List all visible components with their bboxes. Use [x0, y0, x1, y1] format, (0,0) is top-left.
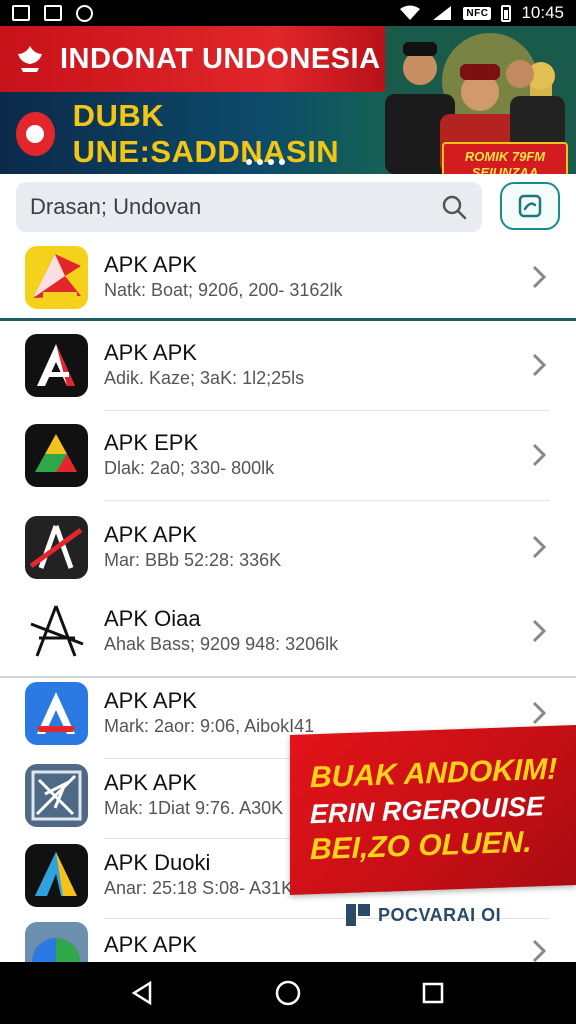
chevron-right-icon: [532, 619, 547, 643]
garuda-logo-icon: [0, 42, 60, 76]
banner-pager-dots[interactable]: [246, 159, 285, 165]
chevron-right-icon: [532, 443, 547, 467]
banner-subtitle-row: DUBK UNE:SADDNASIN: [0, 98, 395, 169]
app-name: APK EPK: [104, 430, 199, 455]
chevron-right-icon: [532, 939, 547, 963]
section-divider: [0, 318, 576, 321]
nfc-badge: NFC: [463, 6, 492, 20]
triangle-drive-app-icon: [25, 424, 88, 487]
app-meta: Mak: 1Diat 9:76. A30K: [104, 798, 284, 818]
list-item[interactable]: APK APK Adik. Kaze; 3aK: 1l2;25ls: [0, 326, 576, 406]
navigation-bar: [0, 962, 576, 1024]
gallery-notification-icon: [12, 5, 30, 21]
home-circle-icon: [275, 980, 301, 1006]
image-notification-icon: [44, 5, 62, 21]
list-item[interactable]: APK Oiaa Ahak Bass; 9209 948: 3206lk: [0, 592, 576, 672]
clock: 10:45: [521, 3, 564, 22]
battery-icon: [501, 4, 512, 22]
red-a-app-icon: [25, 334, 88, 397]
search-icon[interactable]: [440, 193, 468, 221]
app-name: APK APK: [104, 688, 197, 713]
app-meta: Natk: Boat; 920б, 200- 3162lk: [104, 280, 343, 300]
app-meta: Mark: 2aor: 9:06, AibokI41: [104, 716, 315, 736]
app-name: APK Duoki: [104, 850, 211, 875]
status-bar: NFC 10:45: [0, 0, 576, 26]
signal-icon: [433, 6, 452, 20]
search-bar[interactable]: [16, 182, 482, 232]
banner-badge: ROMIK 79FM SEIUNZAA: [442, 142, 568, 174]
home-button[interactable]: [273, 978, 303, 1008]
scan-icon: [518, 194, 542, 218]
app-name: APK APK: [104, 522, 197, 547]
recents-square-icon: [423, 982, 444, 1004]
ad-overlay[interactable]: BUAK ANDOKIM! ERIN RGEROUISE BEI,ZO OLUE…: [290, 725, 576, 895]
list-item[interactable]: APK APK Mar: BBb 52:28: 336K: [0, 508, 576, 588]
blue-a-app-icon: [25, 682, 88, 745]
back-button[interactable]: [128, 978, 158, 1008]
app-name: APK APK: [104, 770, 197, 795]
search-input[interactable]: [30, 194, 440, 220]
app-name: APK APK: [104, 932, 197, 957]
app-meta: Ahak Bass; 9209 948: 3206lk: [104, 634, 339, 654]
back-triangle-icon: [131, 980, 151, 1006]
app-name: APK APK: [104, 252, 197, 277]
section-divider: [0, 676, 576, 678]
red-slash-a-app-icon: [25, 516, 88, 579]
sketch-a-app-icon: [25, 600, 88, 663]
promo-banner[interactable]: INDONAT UNDONESIA DUBK UNE:SADDNASIN ROM…: [0, 26, 576, 174]
banner-subtitle: DUBK UNE:SADDNASIN: [72, 98, 340, 169]
list-item[interactable]: APK APK Natk: Boat; 920б, 200- 3162lk: [0, 238, 576, 318]
app-meta: Dlak: 2a0; 330- 800lk: [104, 458, 275, 478]
yellow-blue-a-app-icon: [25, 844, 88, 907]
row-divider: [104, 410, 550, 411]
scan-button[interactable]: [500, 182, 560, 230]
app-name: APK Oiaa: [104, 606, 201, 631]
target-logo-icon: [16, 112, 55, 156]
sync-notification-icon: [76, 4, 93, 22]
row-divider: [104, 500, 550, 501]
chevron-right-icon: [532, 265, 547, 289]
scribble-app-icon: [25, 764, 88, 827]
chevron-right-icon: [532, 353, 547, 377]
red-flag-app-icon: [25, 246, 88, 309]
recents-button[interactable]: [418, 978, 448, 1008]
app-meta: Anar: 25:18 S:08- A31K: [104, 878, 294, 898]
chevron-right-icon: [532, 701, 547, 725]
chevron-right-icon: [532, 535, 547, 559]
app-name: APK APK: [104, 340, 197, 365]
wifi-icon: [400, 5, 421, 20]
banner-title: INDONAT UNDONESIA: [60, 42, 381, 75]
app-meta: Adik. Kaze; 3aK: 1l2;25ls: [104, 368, 305, 388]
app-meta: Mar: BBb 52:28: 336K: [104, 550, 282, 570]
ad-brand[interactable]: POCVARAI OI: [344, 902, 501, 928]
banner-title-strip: INDONAT UNDONESIA: [0, 26, 395, 92]
list-item[interactable]: APK EPK Dlak: 2a0; 330- 800lk: [0, 416, 576, 496]
brand-logo-icon: [346, 904, 370, 926]
